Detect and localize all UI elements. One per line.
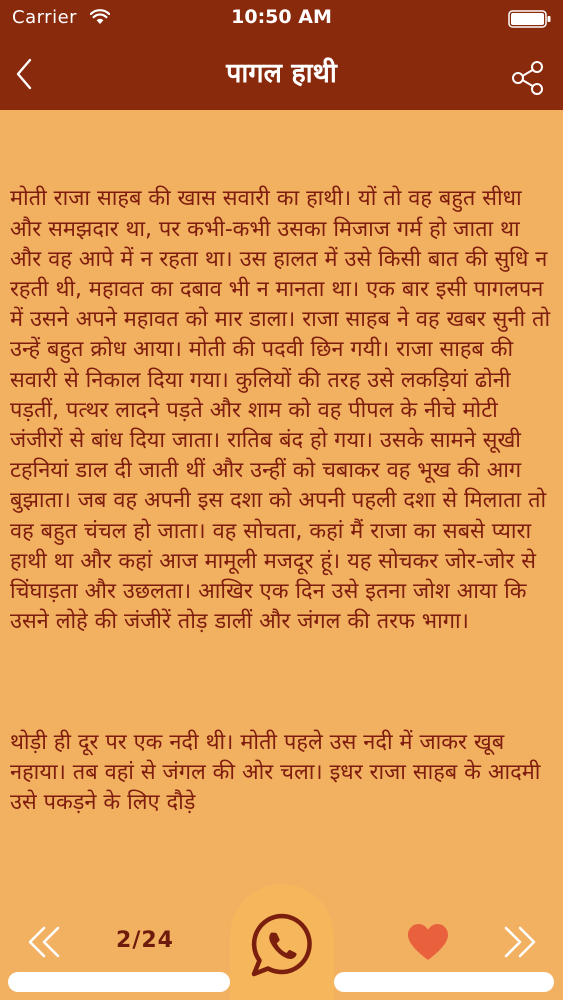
progress-track-left — [8, 972, 230, 992]
story-text-area[interactable]: मोती राजा साहब की खास सवारी का हाथी। यों… — [0, 110, 563, 870]
story-text: मोती राजा साहब की खास सवारी का हाथी। यों… — [10, 124, 555, 870]
heart-icon[interactable] — [406, 922, 450, 962]
double-chevron-right-icon[interactable] — [500, 924, 538, 960]
bottom-toolbar: 2/24 — [0, 870, 563, 1000]
story-paragraph: थोड़ी ही दूर पर एक नदी थी। मोती पहले उस … — [10, 729, 548, 816]
progress-track-right — [334, 972, 554, 992]
page-counter: 2/24 — [116, 928, 174, 953]
share-icon[interactable] — [508, 58, 548, 98]
double-chevron-left-icon[interactable] — [26, 924, 64, 960]
whatsapp-icon[interactable] — [246, 910, 318, 982]
status-time: 10:50 AM — [231, 6, 332, 28]
story-paragraph: मोती राजा साहब की खास सवारी का हाथी। यों… — [10, 186, 558, 635]
navigation-bar: पागल हाथी — [0, 40, 563, 110]
chevron-left-icon[interactable] — [12, 54, 36, 94]
page-title: पागल हाथी — [226, 58, 337, 89]
status-bar: Carrier 10:50 AM — [0, 0, 563, 38]
app-header: Carrier 10:50 AM पागल हाथी — [0, 0, 563, 110]
battery-icon — [508, 10, 551, 28]
